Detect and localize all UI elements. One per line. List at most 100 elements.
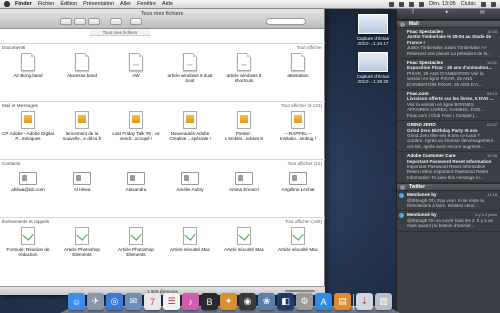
- file-item[interactable]: Akwesse.band: [56, 53, 108, 78]
- desktop-icon-label: Capture d'écran 2013-...1.34.17: [356, 36, 390, 47]
- ibooks-author-icon[interactable]: ▤: [334, 293, 351, 310]
- file-item[interactable]: Article Photoshop Elements: [110, 227, 162, 257]
- document-icon: TXT: [129, 53, 143, 71]
- file-item[interactable]: Air Bong.band: [2, 53, 54, 78]
- mail-notification[interactable]: Adobe Customer Care 19:38 Important Passw…: [397, 152, 500, 184]
- file-item[interactable]: Article sécurité Mac: [164, 227, 216, 252]
- show-all-link[interactable]: Tout afficher (189): [285, 218, 322, 225]
- facebook-icon[interactable]: f: [412, 10, 414, 16]
- twitter-notification[interactable]: Mentionné by 11:18 @lStough Oh, trop vrai…: [397, 191, 500, 212]
- file-item[interactable]: Amélie Aubry: [164, 169, 216, 192]
- mail-message-icon: [75, 111, 89, 129]
- close-icon[interactable]: [400, 21, 405, 27]
- file-item[interactable]: Last Friday Talk #5 : ce vendr...occupé …: [110, 111, 162, 141]
- system-preferences-icon[interactable]: ⚙: [296, 293, 313, 310]
- arrange-button[interactable]: [110, 18, 122, 25]
- iphoto-icon[interactable]: ❀: [258, 293, 275, 310]
- mail-notification[interactable]: GRIND ZERO 02:57 Grind Zero Birthday Part…: [397, 121, 500, 153]
- mac-app-store-icon[interactable]: A: [315, 293, 332, 310]
- file-item[interactable]: Al Hilwa: [56, 169, 108, 192]
- wifi-icon[interactable]: [399, 1, 405, 7]
- spotlight-icon[interactable]: [481, 1, 486, 7]
- vcard-icon: [127, 172, 145, 185]
- close-icon[interactable]: [400, 184, 405, 190]
- menubar-clock[interactable]: Dim. 13:05: [429, 1, 456, 7]
- vcard-icon: [289, 172, 307, 185]
- battery-icon[interactable]: [419, 1, 425, 7]
- twitter-bird-icon: [399, 193, 404, 199]
- downloads-icon[interactable]: ⇣: [356, 293, 373, 310]
- aperture-icon[interactable]: ◉: [239, 293, 256, 310]
- dock-icons: ☺ ✈ ◎ ✉ 7 ☰ ♪ B ✦ ◉ ❀ ◧ ⚙ A ▤ ⇣ ▥: [68, 293, 392, 310]
- action-button[interactable]: [130, 18, 142, 25]
- safari-icon[interactable]: ◎: [106, 293, 123, 310]
- finder-titlebar[interactable]: Tous mes fichiers: [0, 9, 324, 29]
- file-item[interactable]: Amina Ennacri: [218, 169, 270, 192]
- mail-message-icon: [237, 111, 251, 129]
- volume-icon[interactable]: [409, 1, 415, 7]
- finder-icon[interactable]: ☺: [68, 293, 85, 310]
- menu-aller[interactable]: Aller: [120, 1, 131, 7]
- mail-notification[interactable]: Fnac Spectacles 10:28 Justin Timberlake l…: [397, 28, 500, 60]
- trash-icon[interactable]: ▥: [375, 293, 392, 310]
- preview-icon[interactable]: ✦: [220, 293, 237, 310]
- screenshot-thumbnail: [358, 52, 388, 72]
- airplay-icon[interactable]: [389, 1, 395, 7]
- file-item[interactable]: attestation: [272, 53, 324, 78]
- file-item[interactable]: Formule: Réunion de rédaction: [2, 227, 54, 257]
- screenshot-thumbnail: [358, 14, 388, 34]
- show-all-link[interactable]: Tout afficher (13): [288, 160, 322, 167]
- file-item[interactable]: Angéline Lechat: [272, 169, 324, 192]
- show-all-link[interactable]: Tout afficher: [297, 44, 322, 51]
- file-item[interactable]: Alexandra: [110, 169, 162, 192]
- view-list-button[interactable]: [74, 18, 86, 25]
- section-header-events: Événements et rappels Tout afficher (189…: [0, 217, 325, 224]
- view-icons-button[interactable]: [60, 18, 72, 25]
- notification-center-icon[interactable]: [491, 1, 496, 7]
- menu-aide[interactable]: Aide: [162, 1, 173, 7]
- finder-window[interactable]: Tous mes fichiers Tous mes fichiers Docu…: [0, 9, 325, 295]
- twitter-icon[interactable]: ✦: [444, 10, 449, 16]
- file-item[interactable]: Nouveautés Adobe Creative ...spéciale !: [164, 111, 216, 141]
- view-columns-button[interactable]: [88, 18, 100, 25]
- search-input[interactable]: [266, 18, 306, 25]
- twitter-notification[interactable]: Mentionné by Il y a 2 jours @lStough On v…: [397, 211, 500, 232]
- section-header-mail: Mail et Messages Tout afficher (5 123): [0, 101, 325, 108]
- apple-menu-icon[interactable]: [4, 1, 10, 7]
- calendar-icon[interactable]: 7: [144, 293, 161, 310]
- itunes-icon[interactable]: ♪: [182, 293, 199, 310]
- desktop-icon-screenshot-2[interactable]: Capture d'écran 2013-...1.36.26: [352, 52, 394, 84]
- mail-notification[interactable]: Fnac Spectacles 14:01 Exposition Pixar - …: [397, 59, 500, 91]
- desktop-icon-screenshot-1[interactable]: Capture d'écran 2013-...1.34.17: [352, 14, 394, 46]
- vcard-icon: [19, 172, 37, 185]
- file-item[interactable]: Article sécurité Mac: [272, 227, 324, 252]
- file-item[interactable]: Presse : L'embléi...ndows 8: [218, 111, 270, 141]
- vcard-icon: [73, 172, 91, 185]
- message-icon[interactable]: ✉: [480, 10, 485, 16]
- file-item[interactable]: TXT article windows 8 dual boot: [164, 53, 216, 83]
- menu-fichier[interactable]: Fichier: [38, 1, 55, 7]
- show-all-link[interactable]: Tout afficher (5 123): [281, 102, 322, 109]
- mail-notification[interactable]: Fnac.com 09:13 Livraison offerte sur les …: [397, 90, 500, 122]
- menu-extras: Dim. 13:05 Clubic: [389, 1, 496, 7]
- mail-message-icon: [291, 111, 305, 129]
- ibooks-icon[interactable]: B: [201, 293, 218, 310]
- menu-fenetre[interactable]: Fenêtre: [137, 1, 156, 7]
- mail-icon[interactable]: ✉: [125, 293, 142, 310]
- launchpad-icon[interactable]: ✈: [87, 293, 104, 310]
- vcard-icon: [181, 172, 199, 185]
- file-item[interactable]: Article sécurité Mac: [218, 227, 270, 252]
- file-item[interactable]: TXT AW: [110, 53, 162, 78]
- menu-edition[interactable]: Édition: [60, 1, 77, 7]
- file-item[interactable]: Article Photoshop Elements: [56, 227, 108, 257]
- menubar-user[interactable]: Clubic: [461, 1, 476, 7]
- menu-presentation[interactable]: Présentation: [83, 1, 114, 7]
- reminders-icon[interactable]: ☰: [163, 293, 180, 310]
- file-item[interactable]: lancement de la nouvelle...e déco.fr: [56, 111, 108, 141]
- file-item[interactable]: ahilwa@idc.com: [2, 169, 54, 192]
- file-item[interactable]: CP Adobe - Adobe Digital P...mériques: [2, 111, 54, 141]
- photoshop-icon[interactable]: ◧: [277, 293, 294, 310]
- file-item[interactable]: TXT article windows 8 shortcuts: [218, 53, 270, 83]
- file-item[interactable]: ---RAPPEL--- Invitatio...stobug !: [272, 111, 324, 141]
- menu-finder[interactable]: Finder: [15, 1, 32, 7]
